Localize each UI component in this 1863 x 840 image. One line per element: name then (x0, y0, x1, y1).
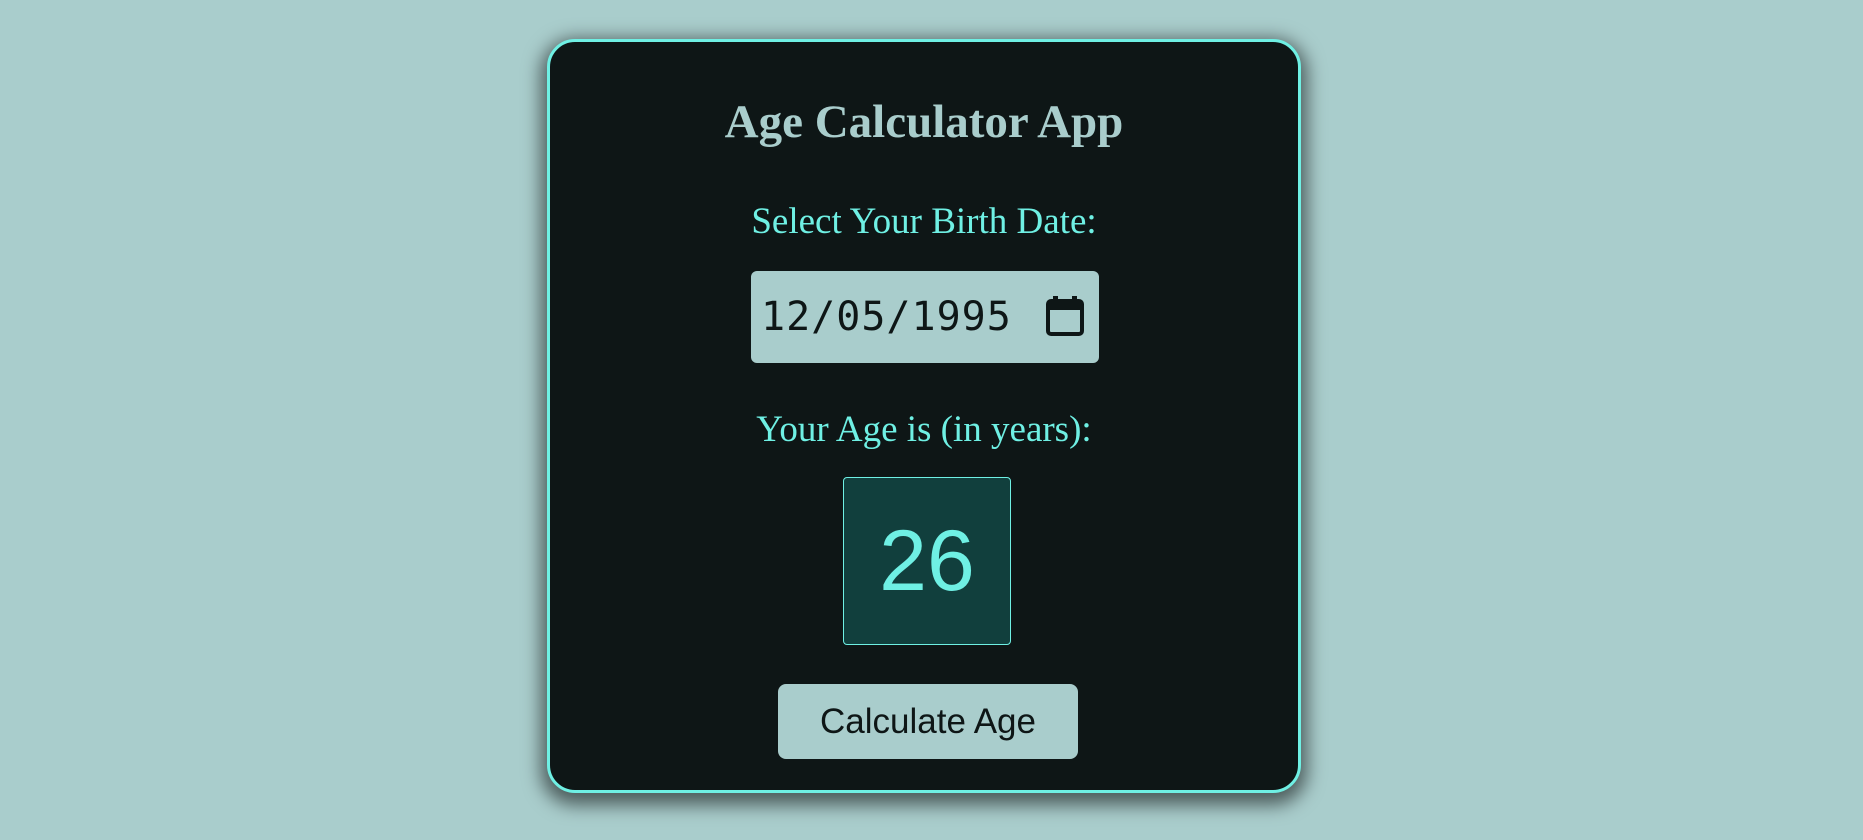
age-calculator-card: Age Calculator App Select Your Birth Dat… (547, 39, 1301, 793)
calculate-age-button[interactable]: Calculate Age (778, 684, 1078, 759)
birth-date-value[interactable]: 12/05/1995 (761, 294, 1012, 340)
birth-date-input[interactable]: 12/05/1995 (751, 271, 1099, 363)
age-result-box: 26 (843, 477, 1011, 645)
calendar-icon[interactable] (1045, 295, 1085, 337)
age-value: 26 (879, 513, 975, 609)
page-title: Age Calculator App (724, 96, 1124, 148)
age-label: Your Age is (in years): (756, 409, 1092, 450)
birth-date-label: Select Your Birth Date: (751, 201, 1097, 242)
